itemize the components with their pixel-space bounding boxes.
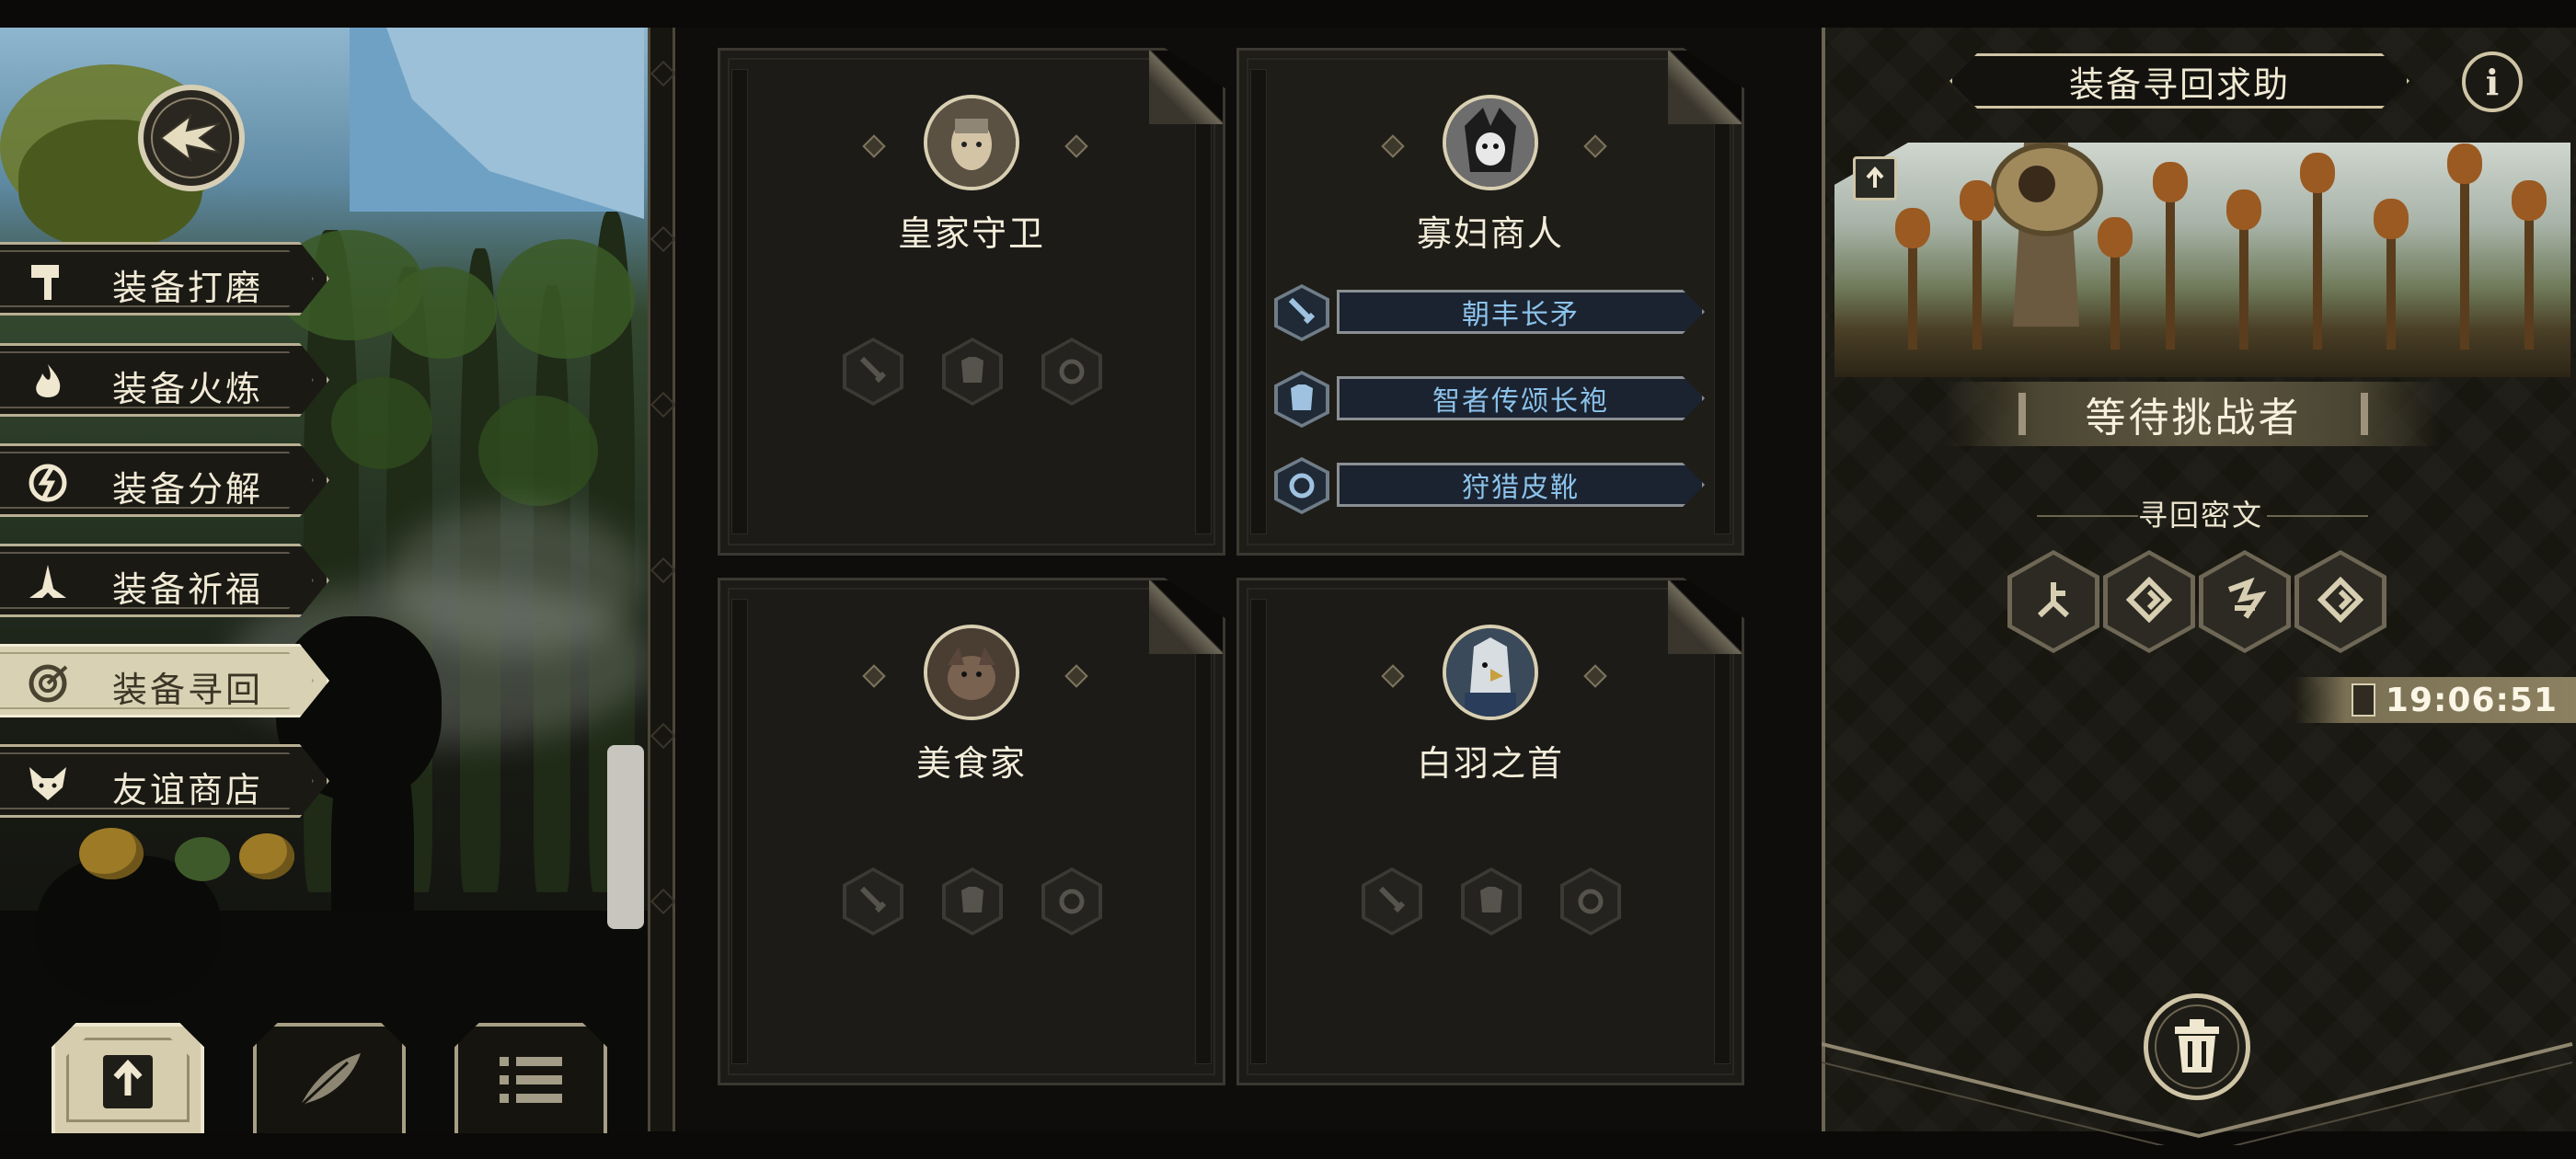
sword-icon (857, 353, 890, 390)
armor-icon (956, 353, 989, 390)
weapon-slot[interactable] (1362, 867, 1422, 935)
character-card-white-feather-chief[interactable]: 白羽之首 (1236, 578, 1744, 1085)
rune-slot[interactable] (2294, 550, 2386, 653)
menu-item-disassemble[interactable]: 装备分解 (0, 443, 329, 517)
delete-button[interactable] (2144, 993, 2250, 1100)
rune-4-icon (2317, 576, 2364, 626)
equipment-name: 狩猎皮靴 (1337, 463, 1705, 507)
widow-merchant-portrait (1443, 95, 1538, 190)
recovery-request-panel: 装备寻回求助 i 等待挑战者 寻回密文 19:06:51 (1822, 28, 2576, 1145)
info-icon: i (2485, 61, 2500, 103)
hourglass-icon (2352, 683, 2375, 717)
character-card-widow-merchant[interactable]: 寡妇商人 朝丰长矛 智者传颂长袍 狩猎皮靴 (1236, 48, 1744, 556)
fox-icon (24, 760, 72, 808)
armor-icon (1285, 381, 1318, 418)
gourmet-portrait (924, 625, 1019, 720)
disassemble-icon (24, 459, 72, 507)
character-name: 皇家守卫 (897, 213, 1045, 254)
ring-icon (1055, 353, 1088, 390)
rune-section-label: 寻回密文 (2137, 498, 2263, 533)
equipment-row[interactable]: 朝丰长矛 (1274, 284, 1716, 341)
status-banner: 等待挑战者 (1945, 382, 2442, 446)
info-button[interactable]: i (2462, 52, 2523, 112)
white-feather-chief-portrait (1443, 625, 1538, 720)
back-button[interactable] (138, 85, 245, 191)
ring-icon (1055, 883, 1088, 920)
character-name: 寡妇商人 (1416, 213, 1564, 254)
challenge-scene-image (1834, 143, 2570, 377)
countdown-timer: 19:06:51 (2294, 677, 2576, 723)
tab-list[interactable] (454, 1023, 607, 1133)
panel-title: 装备寻回求助 (1949, 53, 2409, 109)
rune-3-icon (2222, 577, 2268, 626)
rune-1-icon (2030, 577, 2076, 626)
menu-label-recover: 装备寻回 (112, 670, 264, 710)
armor-slot[interactable] (1461, 867, 1522, 935)
flame-icon (24, 359, 72, 407)
timer-value: 19:06:51 (2385, 681, 2558, 719)
weapon-slot[interactable] (843, 867, 903, 935)
weapon-slot[interactable] (843, 338, 903, 406)
armor-icon (1475, 883, 1508, 920)
tab-feather[interactable] (253, 1023, 406, 1133)
sword-icon (857, 883, 890, 920)
menu-label-polish: 装备打磨 (112, 268, 264, 308)
ring-icon (1574, 883, 1607, 920)
character-name: 美食家 (915, 743, 1027, 784)
accessory-slot[interactable] (1560, 867, 1621, 935)
royal-guard-portrait (924, 95, 1019, 190)
rune-slot[interactable] (2199, 550, 2291, 653)
accessory-slot[interactable] (1041, 338, 1102, 406)
tab-upload[interactable] (52, 1023, 204, 1133)
armor-slot[interactable] (942, 338, 1003, 406)
rune-slot[interactable] (2007, 550, 2099, 653)
list-icon (500, 1057, 562, 1103)
rune-slot[interactable] (2103, 550, 2195, 653)
character-name: 白羽之首 (1416, 743, 1564, 784)
character-card-royal-guard[interactable]: 皇家守卫 (718, 48, 1225, 556)
character-card-gourmet[interactable]: 美食家 (718, 578, 1225, 1085)
armor-icon (956, 883, 989, 920)
equipment-name: 朝丰长矛 (1337, 290, 1705, 334)
upload-icon (1866, 166, 1884, 188)
menu-label-bless: 装备祈福 (112, 569, 264, 610)
menu-item-bless[interactable]: 装备祈福 (0, 544, 329, 617)
menu-label-friendship-shop: 友谊商店 (112, 770, 264, 810)
recover-target-icon (24, 660, 72, 707)
ring-icon (1285, 467, 1318, 504)
menu-item-polish[interactable]: 装备打磨 (0, 242, 329, 316)
sword-icon (1285, 294, 1318, 331)
left-divider (648, 28, 677, 1131)
armor-slot[interactable] (942, 867, 1003, 935)
hammer-icon (24, 258, 72, 305)
feather-icon (298, 1053, 361, 1108)
menu-item-forge[interactable]: 装备火炼 (0, 343, 329, 417)
sword-icon (1375, 883, 1409, 920)
rune-2-icon (2125, 576, 2173, 626)
scene-upload-button[interactable] (1853, 156, 1897, 201)
accessory-slot[interactable] (1041, 867, 1102, 935)
menu-label-disassemble: 装备分解 (112, 469, 264, 510)
equipment-row[interactable]: 狩猎皮靴 (1274, 457, 1716, 514)
status-text: 等待挑战者 (2085, 395, 2302, 442)
menu-label-forge: 装备火炼 (112, 369, 264, 409)
equipment-row[interactable]: 智者传颂长袍 (1274, 371, 1716, 428)
equipment-name: 智者传颂长袍 (1337, 376, 1705, 420)
menu-item-friendship-shop[interactable]: 友谊商店 (0, 744, 329, 818)
menu-item-recover[interactable]: 装备寻回 (0, 644, 329, 717)
praying-hands-icon (24, 559, 72, 607)
